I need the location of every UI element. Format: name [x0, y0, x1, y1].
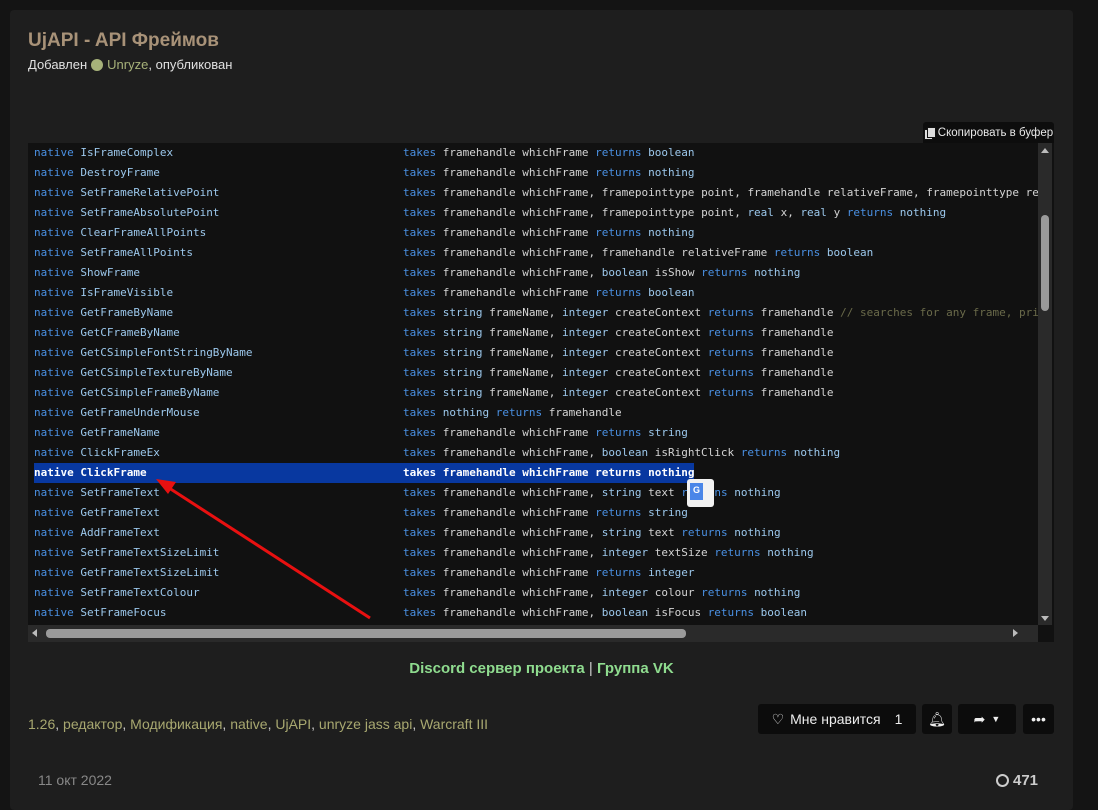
tag-list: 1.26, редактор, Модификация, native, UjA… — [28, 716, 489, 732]
share-button[interactable]: ➦ ▼ — [958, 704, 1016, 734]
link-separator: | — [588, 660, 593, 677]
notify-button[interactable]: 🔔︎ — [922, 704, 952, 734]
like-label: Мне нравится — [790, 711, 881, 727]
heart-icon: ♡ — [771, 710, 785, 727]
eye-icon — [996, 774, 1009, 787]
discord-link[interactable]: Discord сервер проекта — [409, 660, 584, 677]
views-value: 471 — [1013, 772, 1039, 789]
ellipsis-icon: ••• — [1031, 711, 1046, 727]
vk-link[interactable]: Группа VK — [597, 660, 674, 677]
tag-link[interactable]: Модификация — [130, 716, 222, 732]
view-count: 471 — [996, 772, 1038, 789]
like-button[interactable]: ♡ Мне нравится 1 — [758, 704, 916, 734]
share-icon: ➦ — [973, 710, 986, 727]
dropdown-caret-icon[interactable]: ▼ — [991, 714, 1000, 724]
project-links: Discord сервер проекта | Группа VK — [0, 660, 1083, 677]
tag-link[interactable]: 1.26 — [28, 716, 55, 732]
like-count: 1 — [894, 711, 903, 727]
bell-icon: 🔔︎ — [928, 710, 946, 727]
tag-link[interactable]: native — [230, 716, 267, 732]
tag-link[interactable]: unryze jass api — [319, 716, 412, 732]
tag-link[interactable]: UjAPI — [275, 716, 311, 732]
more-button[interactable]: ••• — [1023, 704, 1054, 734]
tag-link[interactable]: редактор — [63, 716, 122, 732]
tag-link[interactable]: Warcraft III — [420, 716, 488, 732]
